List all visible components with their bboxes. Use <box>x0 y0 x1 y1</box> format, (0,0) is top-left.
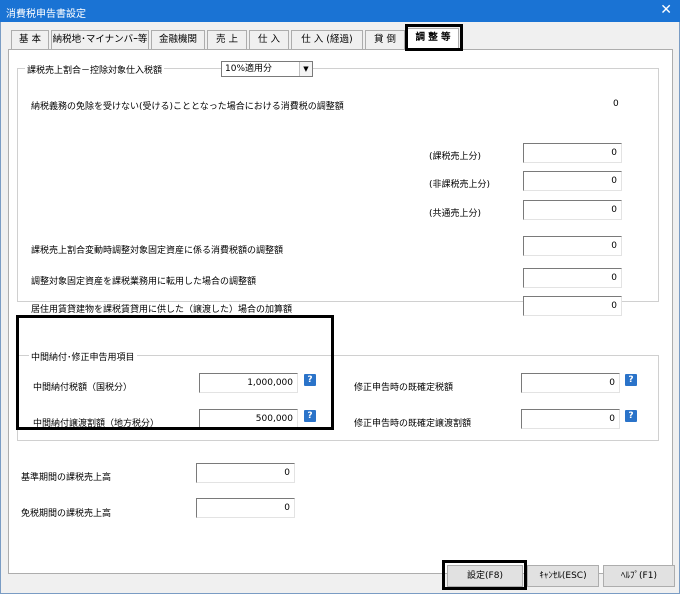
ratio-change-field[interactable]: 0 <box>523 236 622 256</box>
nontaxable-sales-sub-field[interactable]: 0 <box>523 171 622 191</box>
exemption-value: 0 <box>613 99 619 109</box>
amend-tax-field[interactable]: 0 <box>521 373 620 393</box>
tab-sales[interactable]: 売 上 <box>207 30 247 50</box>
common-sales-sub-label: (共通売上分) <box>429 209 482 219</box>
amend-transfer-field[interactable]: 0 <box>521 409 620 429</box>
exemption-label: 納税義務の免除を受けない(受ける)こととなった場合における消費税の調整額 <box>31 102 344 112</box>
base-period-field[interactable]: 0 <box>196 463 295 483</box>
help-icon[interactable]: ? <box>625 374 637 386</box>
interim-highlight-frame <box>16 315 334 430</box>
tab-tax-location[interactable]: 納税地･マイナンバｰ等 <box>51 30 149 50</box>
help-icon[interactable]: ? <box>625 410 637 422</box>
window-title: 消費税申告書設定 <box>6 9 86 20</box>
rate-select-value: 10%適用分 <box>225 64 273 74</box>
amend-transfer-label: 修正申告時の既確定譲渡割額 <box>354 419 472 429</box>
conversion-field[interactable]: 0 <box>523 268 622 288</box>
tab-financial-institution[interactable]: 金融機関 <box>151 30 205 50</box>
exempt-period-label: 免税期間の課税売上高 <box>21 509 112 519</box>
ratio-change-label: 課税売上割合変動時調整対象固定資産に係る消費税額の調整額 <box>31 246 284 256</box>
cancel-button[interactable]: ｷｬﾝｾﾙ(ESC) <box>527 565 599 587</box>
chevron-down-icon: ▼ <box>299 62 312 76</box>
exempt-period-field[interactable]: 0 <box>196 498 295 518</box>
rate-select[interactable]: 10%適用分 ▼ <box>221 61 313 77</box>
conversion-label: 調整対象固定資産を課税業務用に転用した場合の調整額 <box>31 277 257 287</box>
base-period-label: 基準期間の課税売上高 <box>21 473 112 483</box>
adjustment-group-legend: 課税売上割合－控除対象仕入税額 <box>25 63 165 76</box>
dialog-window: 基 本 納税地･マイナンバｰ等 金融機関 売 上 仕 入 仕 入 (経過) 貸 … <box>0 22 680 594</box>
ok-highlight-frame <box>442 560 527 590</box>
taxable-sales-sub-label: (課税売上分) <box>429 152 482 162</box>
tab-purchases[interactable]: 仕 入 <box>249 30 289 50</box>
residential-field[interactable]: 0 <box>523 296 622 316</box>
residential-label: 居住用賃貸建物を課税賃貸用に供した（譲渡した）場合の加算額 <box>31 305 293 315</box>
common-sales-sub-field[interactable]: 0 <box>523 200 622 220</box>
tab-panel: 課税売上割合－控除対象仕入税額 10%適用分 ▼ 納税義務の免除を受けない(受け… <box>8 49 673 574</box>
close-icon[interactable]: ✕ <box>660 2 672 18</box>
taxable-sales-sub-field[interactable]: 0 <box>523 143 622 163</box>
title-bar: 消費税申告書設定 ✕ <box>0 0 680 22</box>
tab-bad-debt[interactable]: 貸 倒 <box>365 30 405 50</box>
amend-tax-label: 修正申告時の既確定税額 <box>354 383 454 393</box>
tab-basic[interactable]: 基 本 <box>11 30 49 50</box>
tab-purchases-transition[interactable]: 仕 入 (経過) <box>291 30 363 50</box>
nontaxable-sales-sub-label: (非課税売上分) <box>429 180 491 190</box>
help-button[interactable]: ﾍﾙﾌﾟ(F1) <box>603 565 675 587</box>
tab-highlight-frame <box>405 24 463 51</box>
